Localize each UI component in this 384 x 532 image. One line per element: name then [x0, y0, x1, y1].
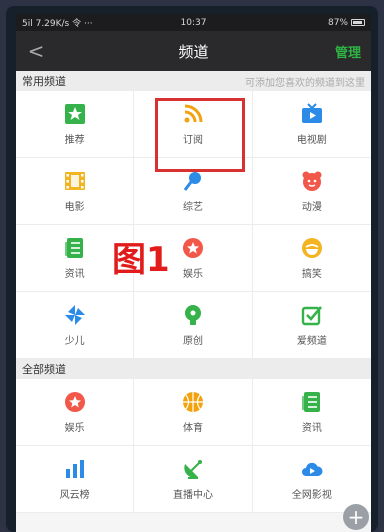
channel-label: 订阅	[182, 134, 203, 146]
channel-label: 直播中心	[172, 489, 213, 501]
cloud-icon	[301, 458, 323, 480]
channel-tile[interactable]: 电影	[16, 158, 135, 225]
status-time: 10:37	[180, 17, 207, 28]
all-section-title: 全部频道	[22, 363, 66, 376]
news-icon	[301, 391, 323, 413]
satellite-icon	[182, 458, 204, 480]
channel-tile[interactable]: 资讯	[252, 379, 371, 446]
cartoon-face-icon	[301, 170, 323, 192]
common-channel-grid: 推荐 订阅 电视剧电影 综艺 动漫资讯 娱乐 搞笑少儿 原创 爱频道	[16, 91, 371, 359]
channel-tile[interactable]: 爱频道	[252, 292, 371, 359]
channel-label: 爱频道	[296, 335, 327, 347]
app-screen: 5il 7.29K/s 令 ··· 10:37 87% < 频道 管理 常用频道…	[16, 14, 371, 532]
channel-label: 风云榜	[59, 489, 90, 501]
channel-tile[interactable]: 全网影视	[252, 446, 371, 513]
all-channel-grid: 娱乐 体育 资讯风云榜 直播中心 全网影视	[16, 379, 371, 513]
channel-tile[interactable]: 风云榜	[16, 446, 135, 513]
channel-label: 全网影视	[291, 489, 332, 501]
nav-bar: < 频道 管理	[16, 31, 371, 71]
star-circle-icon	[182, 237, 204, 259]
channel-label: 动漫	[301, 201, 322, 213]
channel-tile[interactable]: 综艺	[134, 158, 253, 225]
channel-tile[interactable]: 体育	[134, 379, 253, 446]
film-icon	[64, 170, 86, 192]
channel-tile[interactable]: 电视剧	[252, 91, 371, 158]
channel-label: 电视剧	[296, 134, 327, 146]
channel-tile[interactable]: 搞笑	[252, 225, 371, 292]
add-fab-button[interactable]: +	[343, 504, 369, 530]
all-section-header: 全部频道	[16, 359, 371, 379]
smile-icon	[301, 237, 323, 259]
channel-label: 娱乐	[182, 268, 203, 280]
channel-tile[interactable]: 推荐	[16, 91, 135, 158]
tv-icon	[301, 102, 323, 125]
channel-label: 电影	[64, 201, 85, 213]
channel-label: 体育	[182, 422, 203, 434]
channel-tile[interactable]: 原创	[134, 292, 253, 359]
channel-label: 娱乐	[64, 422, 85, 434]
battery-percent: 87%	[327, 17, 348, 28]
checkbox-icon	[301, 304, 323, 326]
basketball-icon	[182, 391, 204, 413]
channel-tile[interactable]: 直播中心	[134, 446, 253, 513]
phone-frame: 5il 7.29K/s 令 ··· 10:37 87% < 频道 管理 常用频道…	[6, 6, 378, 532]
star-square-icon	[64, 103, 86, 125]
bulb-icon	[182, 304, 204, 326]
bar-chart-icon	[64, 458, 86, 480]
star-circle-icon	[64, 391, 86, 413]
channel-label: 综艺	[182, 201, 203, 213]
status-bar: 5il 7.29K/s 令 ··· 10:37 87%	[16, 14, 371, 31]
pinwheel-icon	[64, 304, 86, 326]
common-section-hint: 可添加您喜欢的频道到这里	[245, 77, 365, 89]
rss-icon	[182, 103, 204, 125]
channel-tile[interactable]: 订阅	[134, 91, 253, 158]
signal-network-text: 5il 7.29K/s 令 ···	[22, 19, 93, 29]
channel-label: 资讯	[64, 268, 85, 280]
channel-label: 少儿	[64, 335, 85, 347]
figure-label: 图1	[112, 240, 170, 280]
channel-tile[interactable]: 动漫	[252, 158, 371, 225]
status-right: 87%	[251, 18, 365, 28]
channel-label: 推荐	[64, 134, 85, 146]
microphone-icon	[182, 170, 204, 192]
channel-tile[interactable]: 娱乐	[16, 379, 135, 446]
channel-label: 资讯	[301, 422, 322, 434]
channel-label: 原创	[182, 335, 203, 347]
channel-label: 搞笑	[301, 268, 322, 280]
channel-tile[interactable]: 少儿	[16, 292, 135, 359]
page-title: 频道	[178, 42, 209, 61]
manage-button[interactable]: 管理	[335, 42, 361, 61]
common-section-title: 常用频道	[22, 75, 66, 88]
back-button[interactable]: <	[16, 39, 56, 63]
battery-icon	[350, 19, 365, 26]
news-icon	[64, 237, 86, 259]
common-section-header: 常用频道 可添加您喜欢的频道到这里	[16, 71, 371, 91]
